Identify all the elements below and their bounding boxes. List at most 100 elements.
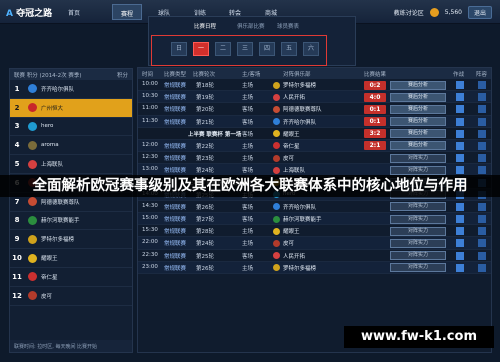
match-score: 4:0 xyxy=(364,92,386,102)
tactics-button[interactable] xyxy=(456,117,464,126)
nav-tab[interactable]: 首页 xyxy=(60,4,88,20)
lineup-button[interactable] xyxy=(478,202,486,211)
league-table-row[interactable]: 4 aroma xyxy=(10,136,132,156)
tactics-button[interactable] xyxy=(456,81,464,89)
league-table-row[interactable]: 3 hero xyxy=(10,118,132,137)
matchup-strength-button[interactable]: 对阵实力 xyxy=(390,238,446,248)
league-table-row[interactable]: 12 皮可 xyxy=(10,287,132,306)
user-name[interactable]: 教练讨论区 xyxy=(394,8,424,17)
opponent-club[interactable]: 齐齐哈尔俱队 xyxy=(283,118,316,126)
matchup-strength-button[interactable]: 对阵实力 xyxy=(390,226,446,236)
match-type[interactable]: 常规联赛 xyxy=(164,142,186,150)
date-selector-tab[interactable]: 比赛日程 xyxy=(194,22,216,30)
match-type[interactable]: 常规联赛 xyxy=(164,81,186,89)
opponent-club[interactable]: 罗特尔多福榜 xyxy=(283,81,316,89)
nav-tab[interactable]: 赛程 xyxy=(112,4,143,20)
league-table-row[interactable]: 11 帝仁星 xyxy=(10,268,132,287)
lineup-button[interactable] xyxy=(478,154,486,163)
league-table-row[interactable]: 10 耀眼王 xyxy=(10,249,132,268)
opponent-club[interactable]: 罗特尔多福榜 xyxy=(283,264,316,272)
match-type[interactable]: 常规联赛 xyxy=(164,215,186,223)
match-time: 15:30 xyxy=(142,227,158,234)
lineup-button[interactable] xyxy=(478,215,486,224)
match-type[interactable]: 常规联赛 xyxy=(164,154,186,162)
tactics-button[interactable] xyxy=(456,215,464,224)
opponent-club[interactable]: 齐齐哈尔俱队 xyxy=(283,203,316,211)
tactics-button[interactable] xyxy=(456,129,464,138)
date-selector-tab[interactable]: 俱乐部比赛 xyxy=(237,22,265,30)
lineup-button[interactable] xyxy=(478,166,486,175)
tactics-button[interactable] xyxy=(456,105,464,114)
lineup-button[interactable] xyxy=(478,263,486,272)
rank-number: 2 xyxy=(14,103,20,112)
lineup-button[interactable] xyxy=(478,93,486,102)
tactics-button[interactable] xyxy=(456,263,464,272)
matchup-strength-button[interactable]: 对阵实力 xyxy=(390,251,446,261)
tactics-button[interactable] xyxy=(456,202,464,211)
team-name: 耀眼王 xyxy=(41,256,58,263)
home-away: 主场 xyxy=(242,95,254,102)
schedule-header: 时间 比赛类型 比赛轮次 主/客场 对阵俱乐部 比赛结果 作战 阵容 xyxy=(138,68,491,79)
lineup-button[interactable] xyxy=(478,105,486,114)
post-match-analysis-button[interactable]: 赛后分析 xyxy=(390,104,446,114)
matchup-strength-button[interactable]: 对阵实力 xyxy=(390,153,446,163)
match-type[interactable]: 常规联赛 xyxy=(164,203,186,211)
match-type[interactable]: 常规联赛 xyxy=(164,118,186,126)
home-away: 客场 xyxy=(242,107,254,114)
league-table-row[interactable]: 1 齐齐哈尔俱队 xyxy=(10,80,132,99)
lineup-button[interactable] xyxy=(478,251,486,260)
match-time: 23:00 xyxy=(142,263,158,270)
lineup-button[interactable] xyxy=(478,239,486,248)
date-selector-tab[interactable]: 球员赛表 xyxy=(277,22,299,30)
post-match-analysis-button[interactable]: 赛后分析 xyxy=(390,129,446,139)
team-crest-icon xyxy=(28,272,37,282)
tactics-button[interactable] xyxy=(456,239,464,248)
opponent-club[interactable]: 赫尔河联赛能手 xyxy=(283,215,322,223)
post-match-analysis-button[interactable]: 赛后分析 xyxy=(390,80,446,90)
opponent-club[interactable]: 皮可 xyxy=(283,154,294,162)
opponent-club[interactable]: 耀眼王 xyxy=(283,130,300,138)
opponent-club[interactable]: 阿德德联赛尊队 xyxy=(283,105,322,113)
matchup-strength-button[interactable]: 对阵实力 xyxy=(390,214,446,224)
matchup-strength-button[interactable]: 对阵实力 xyxy=(390,202,446,212)
logout-button[interactable]: 退出 xyxy=(467,6,492,19)
match-type[interactable]: 常规联赛 xyxy=(164,93,186,101)
match-round: 第21轮 xyxy=(196,119,214,126)
tactics-button[interactable] xyxy=(456,154,464,163)
opponent-club[interactable]: 帝仁星 xyxy=(283,142,300,150)
match-type[interactable]: 常规联赛 xyxy=(164,239,186,247)
tactics-button[interactable] xyxy=(456,166,464,175)
match-type[interactable]: 常规联赛 xyxy=(164,227,186,235)
home-away: 主场 xyxy=(242,265,254,272)
match-type[interactable]: 常规联赛 xyxy=(164,252,186,260)
match-round: 第19轮 xyxy=(196,95,214,102)
tactics-button[interactable] xyxy=(456,93,464,102)
league-table-row[interactable]: 8 赫尔河联赛能手 xyxy=(10,212,132,231)
tactics-button[interactable] xyxy=(456,141,464,150)
lineup-button[interactable] xyxy=(478,117,486,126)
opponent-club[interactable]: 人民开拓 xyxy=(283,252,305,260)
lineup-button[interactable] xyxy=(478,81,486,89)
lineup-button[interactable] xyxy=(478,129,486,138)
post-match-analysis-button[interactable]: 赛后分析 xyxy=(390,141,446,151)
lineup-button[interactable] xyxy=(478,141,486,150)
opponent-club[interactable]: 上海联队 xyxy=(283,166,305,174)
post-match-analysis-button[interactable]: 赛后分析 xyxy=(390,92,446,102)
league-table-row[interactable]: 2 广州恒大 xyxy=(10,98,132,118)
league-table-row[interactable]: 5 上海联队 xyxy=(10,155,132,174)
match-round: 第24轮 xyxy=(196,241,214,248)
league-table-row[interactable]: 9 罗特尔多福榜 xyxy=(10,230,132,250)
post-match-analysis-button[interactable]: 赛后分析 xyxy=(390,117,446,127)
opponent-club[interactable]: 耀眼王 xyxy=(283,227,300,235)
tactics-button[interactable] xyxy=(456,227,464,236)
match-type[interactable]: 常规联赛 xyxy=(164,166,186,174)
matchup-strength-button[interactable]: 对阵实力 xyxy=(390,165,446,175)
app-logo[interactable]: A 夺冠之路 xyxy=(6,6,52,19)
opponent-club[interactable]: 人民开拓 xyxy=(283,93,305,101)
opponent-club[interactable]: 皮可 xyxy=(283,239,294,247)
tactics-button[interactable] xyxy=(456,251,464,260)
matchup-strength-button[interactable]: 对阵实力 xyxy=(390,263,446,273)
lineup-button[interactable] xyxy=(478,227,486,236)
match-type[interactable]: 常规联赛 xyxy=(164,264,186,272)
match-type[interactable]: 常规联赛 xyxy=(164,105,186,113)
